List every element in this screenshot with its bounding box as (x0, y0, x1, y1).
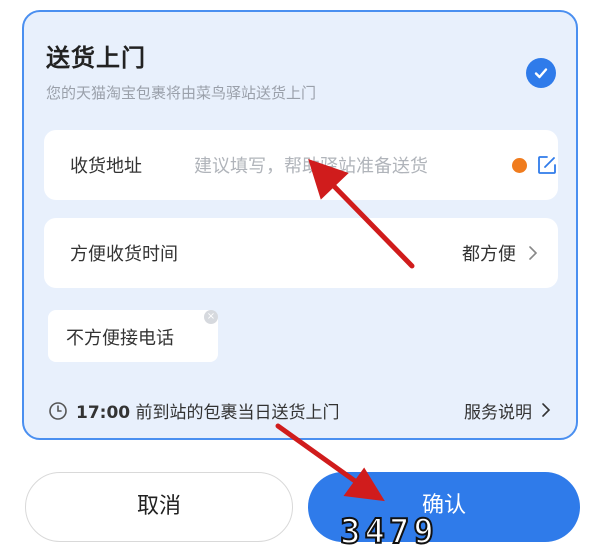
cancel-button[interactable]: 取消 (25, 472, 293, 542)
watermark-number: 3479 (339, 511, 438, 553)
cutoff-time: 17:00 (76, 403, 131, 423)
close-icon[interactable]: × (204, 310, 218, 324)
card-subtitle: 您的天猫淘宝包裹将由菜鸟驿站送货上门 (46, 84, 317, 102)
delivery-time-value: 都方便 (462, 244, 516, 265)
clock-icon (48, 401, 68, 421)
edit-icon[interactable] (536, 154, 558, 176)
no-phone-call-chip[interactable]: 不方便接电话 (48, 310, 218, 362)
delivery-time-row[interactable]: 方便收货时间 都方便 (44, 218, 558, 288)
delivery-time-label: 方便收货时间 (70, 244, 178, 265)
notification-dot-icon (512, 158, 527, 173)
card-title: 送货上门 (46, 44, 146, 72)
service-note-text: 前到站的包裹当日送货上门 (135, 403, 340, 423)
address-placeholder[interactable]: 建议填写，帮助驿站准备送货 (194, 152, 428, 178)
service-note: 17:00 前到站的包裹当日送货上门 (76, 398, 340, 423)
checkmark-icon[interactable] (526, 58, 556, 88)
address-row[interactable]: 收货地址 建议填写，帮助驿站准备送货 (44, 130, 558, 200)
delivery-option-card[interactable]: 送货上门 您的天猫淘宝包裹将由菜鸟驿站送货上门 收货地址 建议填写，帮助驿站准备… (22, 10, 578, 440)
address-label: 收货地址 (70, 156, 142, 177)
service-info-link[interactable]: 服务说明 (464, 398, 532, 423)
chevron-right-icon (526, 244, 540, 262)
chevron-right-icon (540, 402, 552, 418)
